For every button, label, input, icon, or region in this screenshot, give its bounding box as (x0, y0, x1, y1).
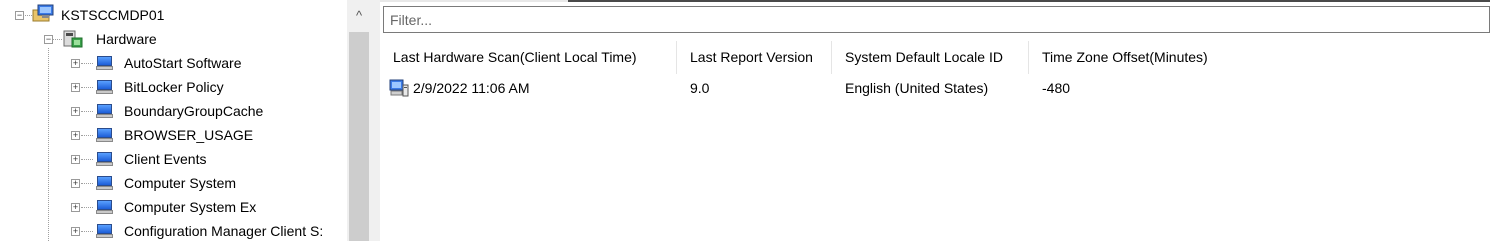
hardware-node-icon (63, 30, 83, 48)
cell-time-zone-offset: -480 (1042, 80, 1071, 96)
collapse-toggle-icon[interactable]: − (15, 11, 24, 20)
monitor-icon (96, 79, 113, 95)
expand-toggle-icon[interactable]: + (71, 59, 80, 68)
expand-toggle-icon[interactable]: + (71, 107, 80, 116)
scroll-up-button[interactable]: ^ (347, 0, 371, 32)
tree-item-label: Client Events (124, 151, 207, 167)
pane-splitter[interactable] (371, 0, 380, 241)
tree-connector-line (81, 183, 93, 184)
tree-connector-line (81, 87, 93, 88)
cell-last-hardware-scan: 2/9/2022 11:06 AM (413, 80, 530, 96)
expand-toggle-icon[interactable]: + (71, 155, 80, 164)
tree-item-computer-system[interactable]: + Computer System (0, 171, 345, 195)
monitor-icon (96, 199, 113, 215)
monitor-icon (96, 151, 113, 167)
expand-toggle-icon[interactable]: + (71, 179, 80, 188)
tree-item-label: BoundaryGroupCache (124, 103, 264, 119)
tree-item-label: Computer System Ex (124, 199, 257, 215)
computer-folder-icon (32, 4, 54, 22)
tree-item-label: Computer System (124, 175, 237, 191)
tree-root-label: KSTSCCMDP01 (61, 7, 165, 23)
details-pane: Last Hardware Scan(Client Local Time) La… (380, 0, 1490, 241)
tree-hardware-label: Hardware (96, 31, 157, 47)
column-header-last-report-version[interactable]: Last Report Version (677, 41, 832, 74)
tree-item-boundarygroupcache[interactable]: + BoundaryGroupCache (0, 99, 345, 123)
expand-toggle-icon[interactable]: + (71, 227, 80, 236)
tree-connector-line (81, 159, 93, 160)
cell-last-report-version: 9.0 (690, 80, 710, 96)
filter-input[interactable] (384, 7, 1489, 32)
table-row[interactable]: 2/9/2022 11:06 AM 9.0 English (United St… (380, 76, 1490, 100)
monitor-icon (96, 103, 113, 119)
tree-connector-line (81, 63, 93, 64)
tree-node-root[interactable]: − KSTSCCMDP01 (0, 3, 345, 27)
tree-node-hardware[interactable]: − Hardware (0, 27, 345, 51)
tree-item-autostart-software[interactable]: + AutoStart Software (0, 51, 345, 75)
tree-item-configuration-manager-client[interactable]: + Configuration Manager Client S: (0, 219, 345, 241)
chevron-up-icon: ^ (355, 8, 363, 23)
expand-toggle-icon[interactable]: + (71, 203, 80, 212)
hardware-record-icon (389, 79, 409, 97)
expand-toggle-icon[interactable]: + (71, 131, 80, 140)
top-border-dark (568, 0, 1490, 2)
expand-toggle-icon[interactable]: + (71, 83, 80, 92)
tree-connector-line (81, 135, 93, 136)
tree-item-computer-system-ex[interactable]: + Computer System Ex (0, 195, 345, 219)
filter-box[interactable] (383, 6, 1490, 33)
collapse-toggle-icon[interactable]: − (44, 35, 53, 44)
tree-item-label: BitLocker Policy (124, 79, 224, 95)
tree-connector-line (81, 231, 93, 232)
column-header-time-zone-offset[interactable]: Time Zone Offset(Minutes) (1029, 41, 1490, 74)
tree-item-browser-usage[interactable]: + BROWSER_USAGE (0, 123, 345, 147)
navigation-tree[interactable]: − KSTSCCMDP01 − Hardware + AutoStart Sof… (0, 0, 371, 241)
monitor-icon (96, 175, 113, 191)
cell-system-default-locale: English (United States) (845, 80, 989, 96)
tree-item-label: AutoStart Software (124, 55, 242, 71)
monitor-icon (96, 223, 113, 239)
list-header: Last Hardware Scan(Client Local Time) La… (380, 41, 1490, 74)
monitor-icon (96, 55, 113, 71)
tree-item-label: BROWSER_USAGE (124, 127, 254, 143)
tree-item-bitlocker-policy[interactable]: + BitLocker Policy (0, 75, 345, 99)
column-header-last-hardware-scan[interactable]: Last Hardware Scan(Client Local Time) (380, 41, 677, 74)
tree-item-client-events[interactable]: + Client Events (0, 147, 345, 171)
tree-connector-line (81, 111, 93, 112)
monitor-icon (96, 127, 113, 143)
column-header-system-default-locale[interactable]: System Default Locale ID (832, 41, 1029, 74)
scroll-thumb[interactable] (349, 32, 369, 241)
tree-scrollbar[interactable]: ^ (347, 0, 371, 241)
tree-connector-line (81, 207, 93, 208)
tree-item-label: Configuration Manager Client S: (124, 223, 324, 239)
